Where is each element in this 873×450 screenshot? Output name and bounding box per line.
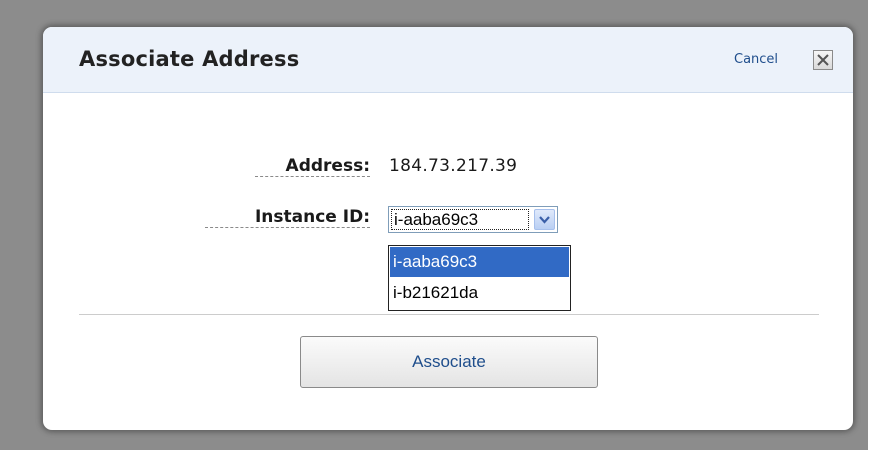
dropdown-option[interactable]: i-b21621da <box>390 278 569 308</box>
associate-button[interactable]: Associate <box>300 336 598 388</box>
instance-id-label: Instance ID: <box>205 207 370 228</box>
associate-address-dialog: Associate Address Cancel Address: 184.73… <box>43 27 853 430</box>
divider <box>79 314 819 315</box>
dialog-header: Associate Address Cancel <box>43 27 853 93</box>
cancel-link[interactable]: Cancel <box>734 52 778 67</box>
dropdown-arrow-button[interactable] <box>534 209 555 230</box>
instance-id-dropdown-list: i-aaba69c3 i-b21621da <box>388 245 571 311</box>
close-icon <box>817 54 829 66</box>
cancel-close-button[interactable] <box>813 50 833 70</box>
address-label: Address: <box>255 156 370 177</box>
dropdown-option-selected[interactable]: i-aaba69c3 <box>390 247 569 277</box>
address-value: 184.73.217.39 <box>389 156 518 176</box>
instance-id-selected-value: i-aaba69c3 <box>391 209 529 230</box>
instance-id-select[interactable]: i-aaba69c3 <box>388 206 558 233</box>
chevron-down-icon <box>539 216 550 224</box>
dialog-title: Associate Address <box>79 47 300 71</box>
